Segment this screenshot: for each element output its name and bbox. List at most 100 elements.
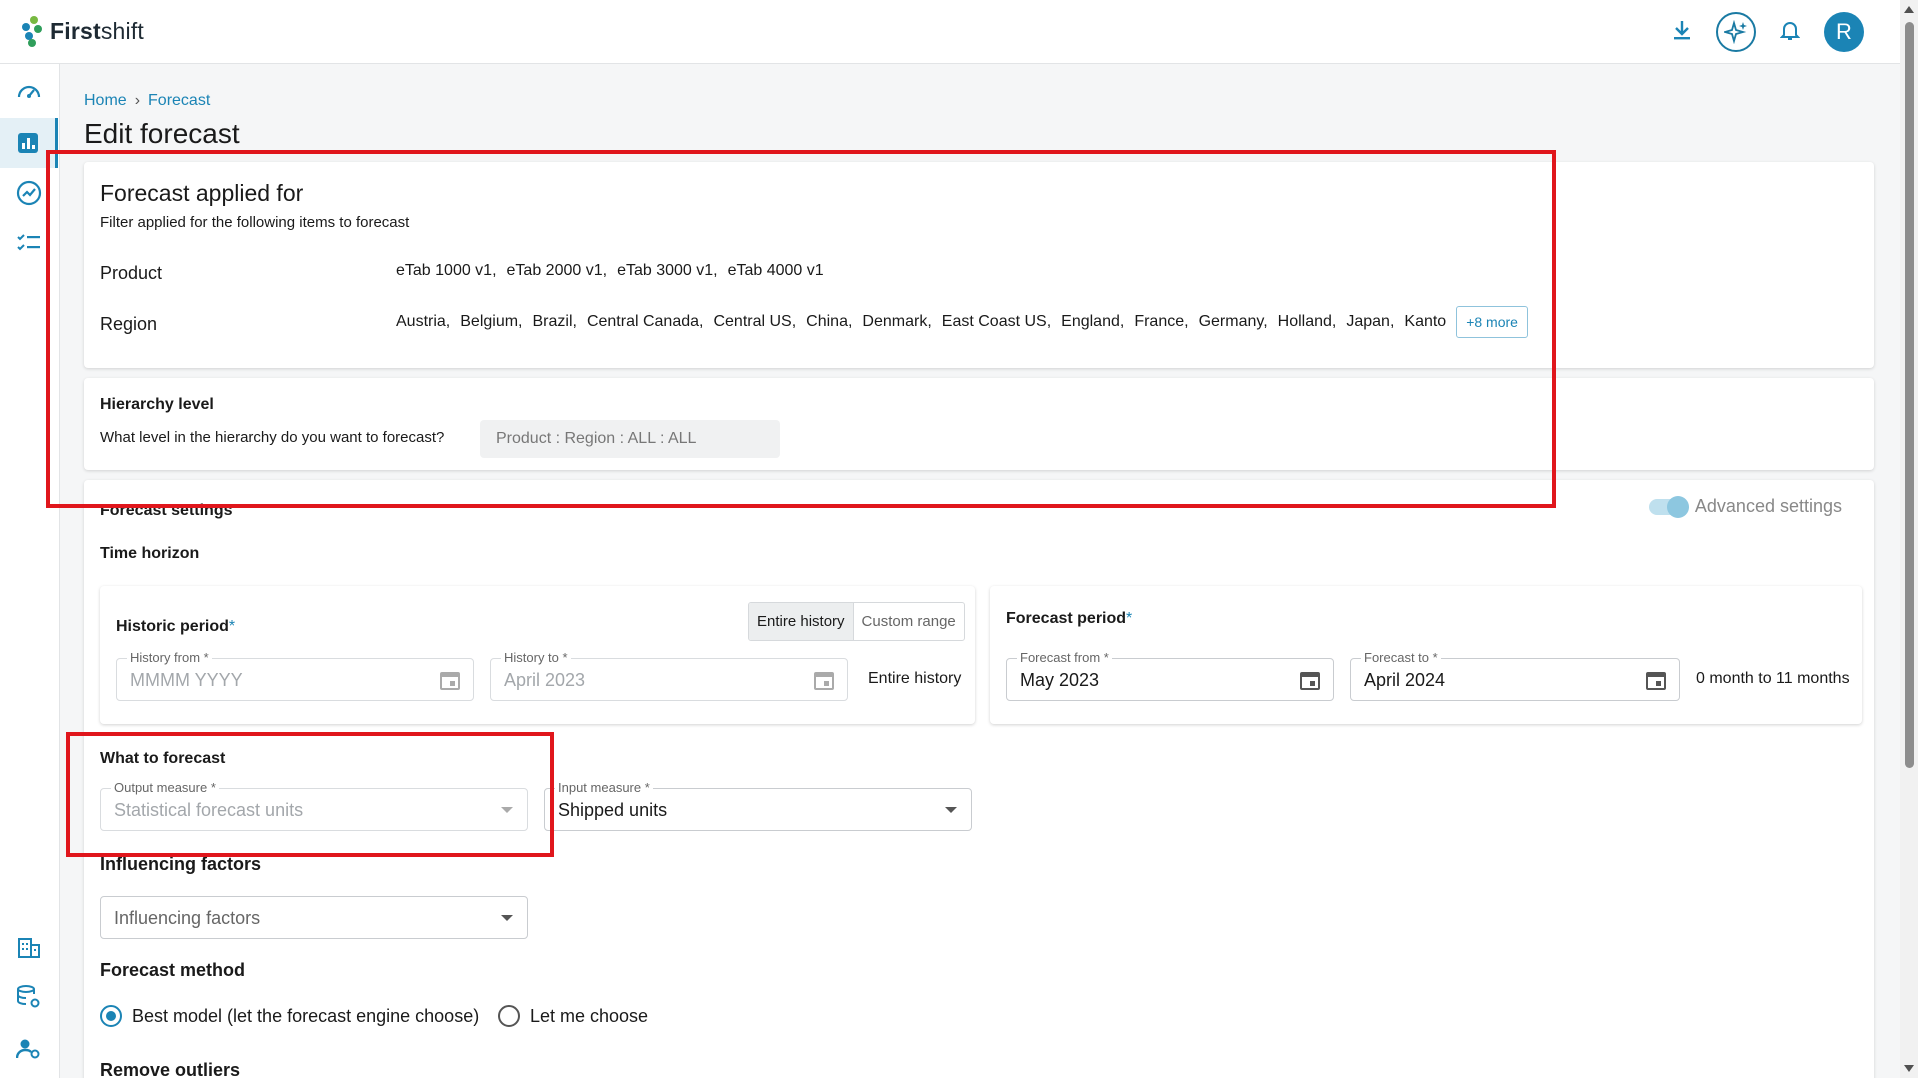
time-horizon-title: Time horizon xyxy=(100,545,200,562)
more-regions-button[interactable]: +8 more xyxy=(1456,306,1528,338)
calendar-icon[interactable] xyxy=(813,669,835,696)
forecast-settings-title: Forecast settings xyxy=(100,502,233,519)
forecast-period-card: Forecast period* Forecast from * May 202… xyxy=(990,586,1862,724)
region-chip: East Coast US, xyxy=(941,313,1052,330)
breadcrumb: Home › Forecast xyxy=(84,92,210,110)
remove-outliers-title: Remove outliers xyxy=(100,1060,241,1078)
breadcrumb-separator: › xyxy=(134,92,141,109)
region-chip: Belgium, xyxy=(460,313,523,330)
radio-checked[interactable] xyxy=(100,1005,122,1027)
product-list: eTab 1000 v1, eTab 2000 v1, eTab 3000 v1… xyxy=(396,262,824,280)
side-nav xyxy=(0,64,60,1078)
chevron-down-icon xyxy=(501,807,513,813)
forecast-method-title: Forecast method xyxy=(100,960,246,980)
download-icon[interactable] xyxy=(1672,19,1692,46)
method-choose-option[interactable]: Let me choose xyxy=(498,1005,648,1027)
calendar-icon[interactable] xyxy=(1645,669,1667,696)
forecast-to-field[interactable]: Forecast to * April 2024 xyxy=(1350,650,1680,701)
applied-for-subtitle: Filter applied for the following items t… xyxy=(100,214,410,231)
forecast-from-value: May 2023 xyxy=(1020,670,1100,690)
influencing-factors-title: Influencing factors xyxy=(100,854,262,874)
logo-mark-icon xyxy=(22,16,44,47)
product-chip: eTab 2000 v1, xyxy=(506,262,608,279)
region-chip: Germany, xyxy=(1198,313,1268,330)
breadcrumb-forecast[interactable]: Forecast xyxy=(148,92,210,110)
region-chip: Brazil, xyxy=(532,313,577,330)
history-from-field[interactable]: History from * MMMM YYYY xyxy=(116,650,474,701)
scrollbar[interactable] xyxy=(1900,0,1918,1078)
trend-icon[interactable] xyxy=(12,176,46,210)
forecast-applied-card: Forecast applied for Filter applied for … xyxy=(84,162,1874,368)
forecast-settings-card: Forecast settings Advanced settings Time… xyxy=(84,480,1874,1078)
breadcrumb-home[interactable]: Home xyxy=(84,92,127,110)
history-mode-text: Entire history xyxy=(868,670,962,687)
forecast-range-text: 0 month to 11 months xyxy=(1696,670,1850,687)
output-measure-value: Statistical forecast units xyxy=(114,800,304,820)
radio-unchecked[interactable] xyxy=(498,1005,520,1027)
database-settings-icon[interactable] xyxy=(12,980,46,1014)
region-chip: England, xyxy=(1061,313,1125,330)
input-measure-select[interactable]: Input measure * Shipped units xyxy=(544,780,972,831)
ai-sparkle-icon[interactable] xyxy=(1716,12,1756,52)
region-chip: Austria, xyxy=(396,313,451,330)
influencing-factors-select[interactable]: Influencing factors xyxy=(100,896,528,939)
region-chip: France, xyxy=(1134,313,1189,330)
building-icon[interactable] xyxy=(12,930,46,964)
forecast-period-title: Forecast period* xyxy=(1006,610,1133,627)
scroll-thumb[interactable] xyxy=(1905,22,1914,768)
product-chip: eTab 4000 v1 xyxy=(727,262,824,279)
forecast-from-field[interactable]: Forecast from * May 2023 xyxy=(1006,650,1334,701)
region-chip: Central US, xyxy=(713,313,797,330)
chart-icon[interactable] xyxy=(0,118,58,168)
product-chip: eTab 1000 v1, xyxy=(396,262,497,279)
applied-for-title: Forecast applied for xyxy=(100,180,304,206)
region-chip: Kanto xyxy=(1404,313,1447,330)
region-chip: Central Canada, xyxy=(586,313,704,330)
page-title: Edit forecast xyxy=(84,118,240,149)
entire-history-option[interactable]: Entire history xyxy=(749,603,854,640)
history-to-value: April 2023 xyxy=(504,670,586,690)
calendar-icon[interactable] xyxy=(1299,669,1321,696)
output-measure-select[interactable]: Output measure * Statistical forecast un… xyxy=(100,780,528,831)
region-label: Region xyxy=(100,314,158,334)
checklist-icon[interactable] xyxy=(12,226,46,260)
chevron-down-icon xyxy=(501,915,513,921)
scroll-down-icon[interactable] xyxy=(1904,1065,1914,1072)
region-chip: Denmark, xyxy=(862,313,932,330)
region-chip: Holland, xyxy=(1277,313,1337,330)
hierarchy-level-field: Product : Region : ALL : ALL xyxy=(480,420,780,458)
region-chip: China, xyxy=(806,313,853,330)
advanced-settings-toggle[interactable]: Advanced settings xyxy=(1648,495,1842,518)
hierarchy-card: Hierarchy level What level in the hierar… xyxy=(84,378,1874,470)
top-bar: Firstshift R xyxy=(0,0,1900,64)
region-chip: Japan, xyxy=(1346,313,1395,330)
history-from-placeholder: MMMM YYYY xyxy=(130,670,243,690)
historic-period-title: Historic period* xyxy=(116,618,236,635)
hierarchy-question: What level in the hierarchy do you want … xyxy=(100,429,445,446)
what-to-forecast-title: What to forecast xyxy=(100,750,226,767)
firstshift-logo[interactable]: Firstshift xyxy=(22,16,145,47)
dashboard-icon[interactable] xyxy=(12,74,46,108)
historic-period-card: Historic period* Entire history Custom r… xyxy=(100,586,975,724)
product-label: Product xyxy=(100,263,163,283)
history-range-toggle: Entire history Custom range xyxy=(748,602,965,641)
user-settings-icon[interactable] xyxy=(12,1032,46,1066)
product-chip: eTab 3000 v1, xyxy=(617,262,718,279)
method-choose-label: Let me choose xyxy=(530,1005,649,1026)
influencing-factors-placeholder: Influencing factors xyxy=(114,908,261,928)
custom-range-option[interactable]: Custom range xyxy=(854,603,964,640)
method-best-option[interactable]: Best model (let the forecast engine choo… xyxy=(100,1005,479,1027)
history-to-field[interactable]: History to * April 2023 xyxy=(490,650,848,701)
avatar[interactable]: R xyxy=(1824,12,1864,52)
hierarchy-title: Hierarchy level xyxy=(100,396,214,413)
forecast-to-value: April 2024 xyxy=(1364,670,1446,690)
scroll-up-icon[interactable] xyxy=(1904,6,1914,13)
advanced-settings-label: Advanced settings xyxy=(1694,496,1842,516)
bell-icon[interactable] xyxy=(1779,19,1801,46)
toggle-switch[interactable] xyxy=(1648,495,1689,518)
method-best-label: Best model (let the forecast engine choo… xyxy=(132,1005,480,1026)
region-list: Austria, Belgium, Brazil, Central Canada… xyxy=(396,306,1528,338)
brand-name: Firstshift xyxy=(50,17,145,44)
calendar-icon[interactable] xyxy=(439,669,461,696)
input-measure-value: Shipped units xyxy=(558,800,668,820)
